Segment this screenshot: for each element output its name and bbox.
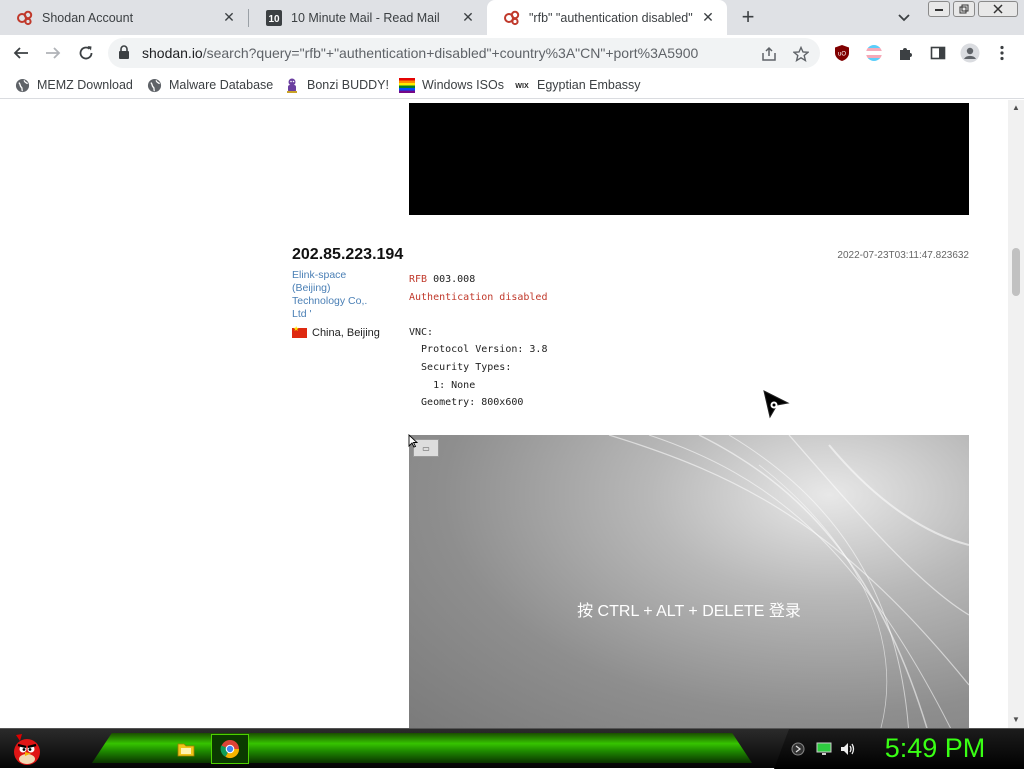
tab-10-minute-mail[interactable]: 10 10 Minute Mail - Read Mail ✕ xyxy=(249,0,487,35)
result-banner: RFB 003.008 Authentication disabled VNC:… xyxy=(409,271,547,412)
taskbar-clock[interactable]: 5:49 PM xyxy=(870,733,1000,764)
bookmark-label: Malware Database xyxy=(169,78,274,92)
url-path: /search?query="rfb"+"authentication+disa… xyxy=(202,45,699,61)
bookmark-windows-isos[interactable]: Windows ISOs xyxy=(399,75,504,95)
banner-auth-status: Authentication disabled xyxy=(409,291,548,303)
lock-icon[interactable] xyxy=(118,45,130,65)
result-timestamp: 2022-07-23T03:11:47.823632 xyxy=(837,250,969,261)
result-location[interactable]: China, Beijing xyxy=(292,325,380,339)
bookmark-malware-database[interactable]: Malware Database xyxy=(146,75,273,95)
tab-close-icon[interactable]: ✕ xyxy=(699,9,717,27)
url-host: shodan.io xyxy=(142,45,203,61)
page-scrollbar[interactable]: ▲ ▼ xyxy=(1008,100,1024,728)
svg-text:uO: uO xyxy=(838,52,846,58)
mouse-cursor-icon xyxy=(408,434,418,448)
close-window-button[interactable] xyxy=(978,1,1018,17)
banner-rfb: RFB xyxy=(409,274,428,285)
reload-icon[interactable] xyxy=(73,40,99,66)
bookmarks-bar: MEMZ Download Malware Database Bonzi BUD… xyxy=(0,71,1024,99)
tab-close-icon[interactable]: ✕ xyxy=(220,9,238,27)
tab-close-icon[interactable]: ✕ xyxy=(459,9,477,27)
globe-icon xyxy=(146,77,162,93)
angry-bird-icon xyxy=(14,734,40,765)
shodan-icon xyxy=(16,9,34,27)
trans-flag-icon[interactable] xyxy=(864,43,884,63)
minimize-button[interactable] xyxy=(928,1,950,17)
remote-cursor-icon xyxy=(763,390,790,419)
menu-icon[interactable] xyxy=(992,43,1012,63)
monitor-icon[interactable] xyxy=(816,741,832,757)
folder-icon[interactable] xyxy=(167,734,205,764)
new-tab-button[interactable]: + xyxy=(736,6,760,30)
scroll-down-icon[interactable]: ▼ xyxy=(1012,716,1020,724)
result-ip-link[interactable]: 202.85.223.194 xyxy=(292,246,403,264)
share-icon[interactable] xyxy=(760,45,778,63)
star-icon[interactable] xyxy=(792,45,810,63)
bookmark-memz[interactable]: MEMZ Download xyxy=(14,75,133,95)
windows-icon xyxy=(399,77,415,93)
location-label: China, Beijing xyxy=(312,327,380,339)
10minutemail-icon: 10 xyxy=(265,9,283,27)
back-icon[interactable] xyxy=(8,40,34,66)
bookmark-label: Windows ISOs xyxy=(422,78,504,92)
china-flag-icon xyxy=(292,325,307,338)
tab-title: Shodan Account xyxy=(42,10,134,25)
scroll-up-icon[interactable]: ▲ xyxy=(1012,104,1020,112)
sidepanel-icon[interactable] xyxy=(928,43,948,63)
result-org-link[interactable]: Elink-space (Beijing) Technology Co,. Lt… xyxy=(292,269,384,321)
puzzle-icon[interactable] xyxy=(896,43,916,63)
bookmark-label: Egyptian Embassy xyxy=(537,78,641,92)
browser-toolbar: shodan.io/search?query="rfb"+"authentica… xyxy=(0,35,1024,71)
bookmark-bonzi-buddy[interactable]: Bonzi BUDDY! xyxy=(284,75,389,95)
login-prompt-text: 按 CTRL + ALT + DELETE 登录 xyxy=(577,603,801,620)
address-bar[interactable]: shodan.io/search?query="rfb"+"authentica… xyxy=(108,38,820,68)
bookmark-label: MEMZ Download xyxy=(37,78,133,92)
tab-title: "rfb" "authentication disabled" co xyxy=(529,10,693,25)
network-icon[interactable] xyxy=(790,741,806,757)
maximize-button[interactable] xyxy=(953,1,975,17)
start-button[interactable] xyxy=(8,731,46,767)
tab-shodan-search[interactable]: "rfb" "authentication disabled" co ✕ xyxy=(487,0,727,35)
url-text: shodan.io/search?query="rfb"+"authentica… xyxy=(142,45,698,61)
bookmark-label: Bonzi BUDDY! xyxy=(307,78,389,92)
scroll-thumb[interactable] xyxy=(1012,248,1020,296)
shodan-icon xyxy=(503,9,521,27)
bonzi-icon xyxy=(284,77,300,93)
page-content: 202.85.223.194 2022-07-23T03:11:47.82363… xyxy=(0,100,1008,728)
svg-text:10: 10 xyxy=(268,14,280,25)
ublock-icon[interactable]: uO xyxy=(832,43,852,63)
globe-icon xyxy=(14,77,30,93)
volume-icon[interactable] xyxy=(840,741,856,757)
profile-icon[interactable] xyxy=(960,43,980,63)
chrome-icon[interactable] xyxy=(211,734,249,764)
tab-title: 10 Minute Mail - Read Mail xyxy=(291,10,440,25)
vnc-screenshot[interactable]: ▭ 按 CTRL + ALT + DELETE 登录 xyxy=(409,435,969,728)
swirl-decoration xyxy=(608,435,969,728)
previous-result-screenshot[interactable] xyxy=(409,103,969,215)
chevron-down-icon[interactable] xyxy=(894,8,914,28)
bookmark-egyptian-embassy[interactable]: WIX Egyptian Embassy xyxy=(514,75,641,95)
forward-icon[interactable] xyxy=(40,40,66,66)
tab-strip: Shodan Account ✕ 10 10 Minute Mail - Rea… xyxy=(0,0,1024,35)
taskbar: 5:49 PM xyxy=(0,728,1024,769)
svg-text:WIX: WIX xyxy=(515,82,529,90)
tab-shodan-account[interactable]: Shodan Account ✕ xyxy=(0,0,248,35)
wix-icon: WIX xyxy=(514,77,530,93)
banner-vnc-details: VNC: Protocol Version: 3.8 Security Type… xyxy=(409,326,548,409)
banner-rfb-version: 003.008 xyxy=(427,274,476,285)
